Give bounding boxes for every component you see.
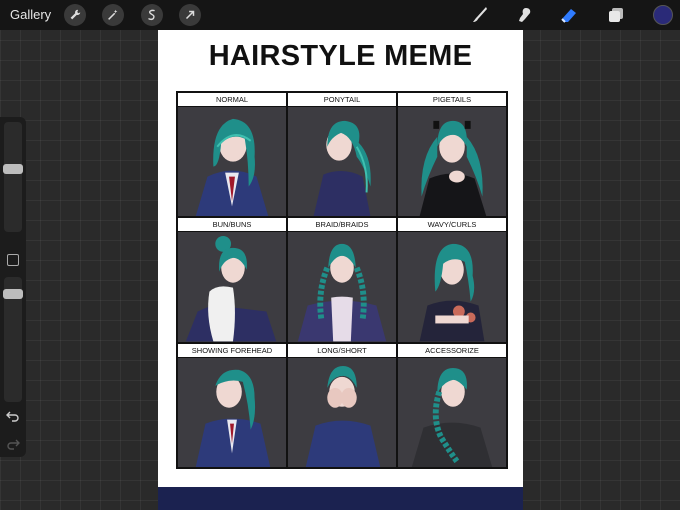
wrench-icon[interactable] <box>64 4 86 26</box>
illustration-forehead <box>178 357 286 467</box>
eraser-icon[interactable] <box>558 4 580 26</box>
cell-label: ACCESSORIZE <box>398 343 506 358</box>
color-swatch-button[interactable] <box>653 5 673 25</box>
meme-title: HAIRSTYLE MEME <box>208 40 473 72</box>
cell-label: SHOWING FOREHEAD <box>178 343 286 358</box>
cell-label: LONG/SHORT <box>288 343 396 358</box>
grid-cell-forehead: SHOWING FOREHEAD <box>177 342 287 468</box>
cell-label: BRAID/BRAIDS <box>288 218 396 233</box>
grid-cell-braids: BRAID/BRAIDS <box>287 217 397 343</box>
left-sidebar <box>0 117 26 457</box>
illustration-ponytail <box>288 107 396 217</box>
grid-cell-buns: BUN/BUNS <box>177 217 287 343</box>
grid-cell-normal: NORMAL <box>177 92 287 218</box>
grid-cell-ponytail: PONYTAIL <box>287 92 397 218</box>
grid-cell-wavy: WAVY/CURLS <box>397 217 507 343</box>
cell-label: BUN/BUNS <box>178 218 286 233</box>
canvas-paper[interactable]: HAIRSTYLE MEME NORMAL PONYTAIL PIGETAILS… <box>158 30 523 487</box>
grid-cell-accessorize: ACCESSORIZE <box>397 342 507 468</box>
cell-label: NORMAL <box>178 93 286 107</box>
cell-label: PONYTAIL <box>288 93 396 107</box>
illustration-normal <box>178 107 286 217</box>
grid-cell-long-short: LONG/SHORT <box>287 342 397 468</box>
selection-icon[interactable] <box>141 4 163 26</box>
opacity-thumb[interactable] <box>3 289 23 299</box>
illustration-braids <box>288 232 396 342</box>
top-toolbar: Gallery <box>0 0 680 30</box>
modify-button[interactable] <box>7 254 19 266</box>
magic-wand-icon[interactable] <box>102 4 124 26</box>
undo-icon[interactable] <box>6 409 20 423</box>
illustration-accessorize <box>398 357 506 467</box>
hairstyle-grid: NORMAL PONYTAIL PIGETAILS BUN/BUNS BRAID… <box>176 91 508 469</box>
layers-icon[interactable] <box>605 4 627 26</box>
illustration-buns <box>178 232 286 342</box>
grid-cell-pigtails: PIGETAILS <box>397 92 507 218</box>
cell-label: WAVY/CURLS <box>398 218 506 233</box>
redo-icon[interactable] <box>6 437 20 451</box>
gallery-button[interactable]: Gallery <box>10 7 51 22</box>
canvas-bottom-band <box>158 487 523 510</box>
cell-label: PIGETAILS <box>398 93 506 107</box>
transform-arrow-icon[interactable] <box>179 4 201 26</box>
brush-icon[interactable] <box>468 4 490 26</box>
illustration-wavy <box>398 232 506 342</box>
illustration-pigtails <box>398 107 506 217</box>
smudge-icon[interactable] <box>513 4 535 26</box>
brush-size-thumb[interactable] <box>3 164 23 174</box>
illustration-long-short <box>288 357 396 467</box>
brush-size-slider[interactable] <box>4 122 22 232</box>
